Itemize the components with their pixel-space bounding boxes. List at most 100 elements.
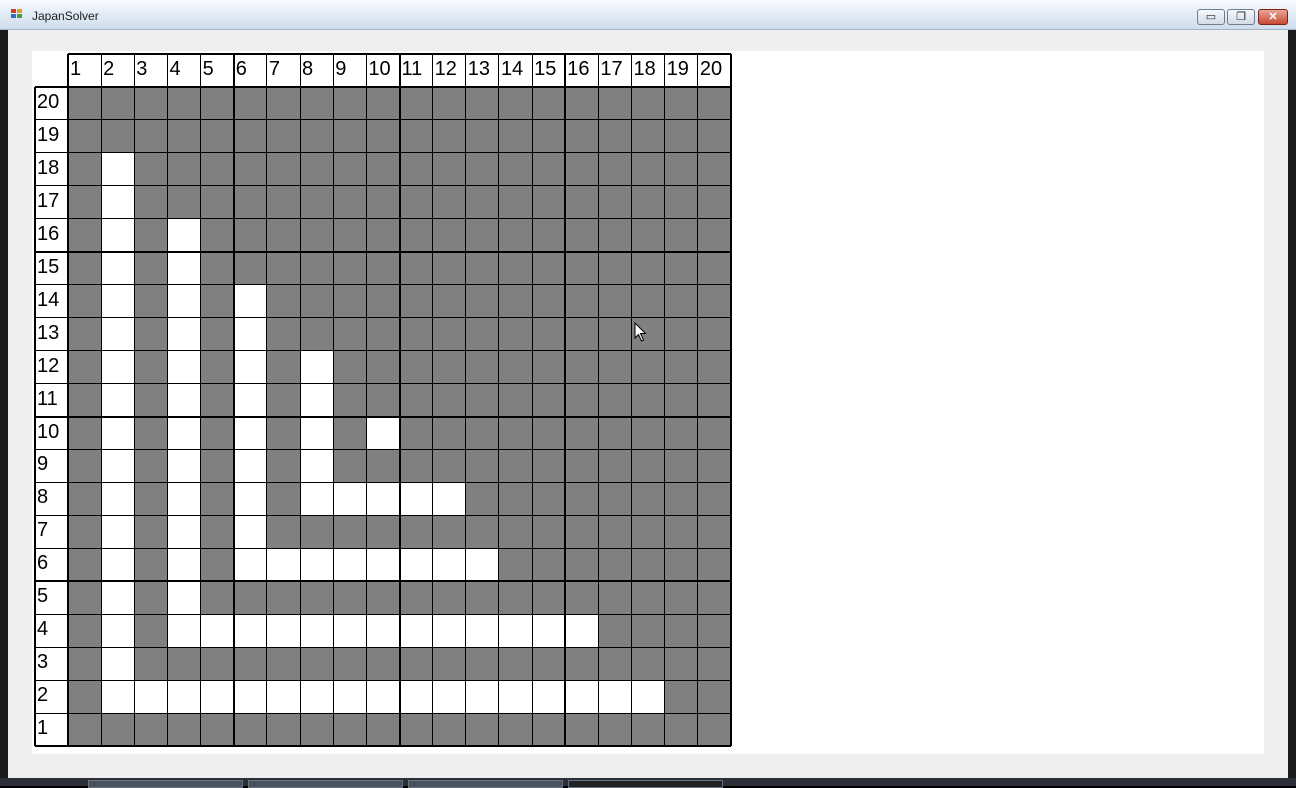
grid-cell-filled[interactable]	[598, 350, 632, 384]
grid-cell-filled[interactable]	[300, 647, 334, 681]
grid-cell-blank[interactable]	[465, 614, 499, 648]
grid-cell-filled[interactable]	[697, 152, 731, 186]
grid-cell-blank[interactable]	[167, 383, 201, 417]
grid-cell-filled[interactable]	[465, 581, 499, 615]
title-bar[interactable]: JapanSolver ▭ ❐ ✕	[0, 0, 1296, 30]
grid-cell-filled[interactable]	[565, 515, 599, 549]
grid-cell-blank[interactable]	[167, 416, 201, 450]
grid-cell-filled[interactable]	[333, 350, 367, 384]
grid-cell-filled[interactable]	[399, 185, 433, 219]
grid-cell-blank[interactable]	[200, 680, 234, 714]
grid-cell-blank[interactable]	[101, 515, 135, 549]
grid-cell-filled[interactable]	[266, 581, 301, 615]
grid-cell-filled[interactable]	[333, 218, 367, 252]
grid-cell-filled[interactable]	[399, 119, 433, 153]
grid-cell-filled[interactable]	[200, 647, 234, 681]
grid-cell-filled[interactable]	[565, 152, 599, 186]
grid-cell-blank[interactable]	[366, 680, 400, 714]
grid-cell-filled[interactable]	[200, 185, 234, 219]
grid-cell-filled[interactable]	[598, 449, 632, 483]
grid-cell-filled[interactable]	[200, 218, 234, 252]
grid-cell-filled[interactable]	[200, 251, 234, 285]
grid-cell-filled[interactable]	[498, 251, 533, 285]
grid-cell-filled[interactable]	[465, 383, 499, 417]
grid-cell-filled[interactable]	[300, 218, 334, 252]
grid-cell-filled[interactable]	[631, 284, 665, 318]
grid-cell-blank[interactable]	[167, 251, 201, 285]
grid-cell-filled[interactable]	[266, 284, 301, 318]
grid-cell-filled[interactable]	[366, 251, 400, 285]
grid-cell-blank[interactable]	[532, 680, 566, 714]
grid-cell-filled[interactable]	[101, 119, 135, 153]
grid-cell-filled[interactable]	[598, 251, 632, 285]
grid-cell-blank[interactable]	[565, 614, 599, 648]
grid-cell-filled[interactable]	[233, 647, 267, 681]
grid-cell-filled[interactable]	[598, 119, 632, 153]
grid-cell-blank[interactable]	[233, 482, 267, 516]
grid-cell-filled[interactable]	[465, 482, 499, 516]
grid-cell-filled[interactable]	[333, 251, 367, 285]
grid-cell-filled[interactable]	[399, 416, 433, 450]
grid-cell-filled[interactable]	[532, 548, 566, 582]
grid-cell-blank[interactable]	[399, 548, 433, 582]
grid-cell-blank[interactable]	[101, 449, 135, 483]
grid-cell-filled[interactable]	[697, 548, 731, 582]
grid-cell-filled[interactable]	[697, 218, 731, 252]
grid-cell-blank[interactable]	[200, 614, 234, 648]
grid-cell-filled[interactable]	[697, 680, 731, 714]
grid-cell-filled[interactable]	[366, 713, 400, 746]
grid-cell-filled[interactable]	[697, 482, 731, 516]
grid-cell-filled[interactable]	[532, 647, 566, 681]
grid-cell-filled[interactable]	[565, 87, 599, 120]
grid-cell-blank[interactable]	[532, 614, 566, 648]
grid-cell-filled[interactable]	[266, 218, 301, 252]
grid-cell-filled[interactable]	[399, 87, 433, 120]
grid-cell-filled[interactable]	[366, 218, 400, 252]
grid-cell-filled[interactable]	[266, 449, 301, 483]
grid-cell-filled[interactable]	[565, 647, 599, 681]
grid-cell-blank[interactable]	[333, 548, 367, 582]
grid-cell-filled[interactable]	[598, 284, 632, 318]
grid-cell-filled[interactable]	[366, 515, 400, 549]
grid-cell-filled[interactable]	[631, 383, 665, 417]
grid-cell-blank[interactable]	[167, 284, 201, 318]
grid-cell-filled[interactable]	[366, 284, 400, 318]
grid-cell-filled[interactable]	[300, 713, 334, 746]
grid-cell-filled[interactable]	[134, 614, 168, 648]
grid-cell-filled[interactable]	[432, 383, 466, 417]
grid-cell-blank[interactable]	[399, 680, 433, 714]
grid-cell-filled[interactable]	[432, 119, 466, 153]
grid-cell-filled[interactable]	[697, 713, 731, 746]
taskbar-item[interactable]	[88, 780, 243, 788]
grid-cell-filled[interactable]	[697, 449, 731, 483]
grid-cell-blank[interactable]	[266, 680, 301, 714]
grid-cell-filled[interactable]	[432, 251, 466, 285]
grid-cell-blank[interactable]	[300, 680, 334, 714]
grid-cell-filled[interactable]	[300, 317, 334, 351]
grid-cell-filled[interactable]	[598, 713, 632, 746]
grid-cell-filled[interactable]	[399, 383, 433, 417]
grid-cell-blank[interactable]	[101, 647, 135, 681]
grid-cell-filled[interactable]	[565, 185, 599, 219]
grid-cell-filled[interactable]	[498, 647, 533, 681]
grid-cell-blank[interactable]	[233, 680, 267, 714]
grid-cell-filled[interactable]	[532, 251, 566, 285]
grid-cell-filled[interactable]	[167, 713, 201, 746]
grid-cell-filled[interactable]	[68, 449, 102, 483]
grid-cell-filled[interactable]	[399, 581, 433, 615]
grid-cell-blank[interactable]	[101, 185, 135, 219]
grid-cell-filled[interactable]	[366, 317, 400, 351]
grid-cell-filled[interactable]	[366, 350, 400, 384]
grid-cell-blank[interactable]	[233, 317, 267, 351]
grid-cell-filled[interactable]	[498, 581, 533, 615]
grid-cell-filled[interactable]	[532, 383, 566, 417]
grid-cell-filled[interactable]	[532, 87, 566, 120]
grid-cell-filled[interactable]	[598, 515, 632, 549]
grid-cell-filled[interactable]	[134, 416, 168, 450]
grid-cell-filled[interactable]	[266, 251, 301, 285]
grid-cell-filled[interactable]	[697, 251, 731, 285]
grid-cell-filled[interactable]	[664, 383, 698, 417]
grid-cell-filled[interactable]	[333, 284, 367, 318]
grid-cell-filled[interactable]	[366, 185, 400, 219]
grid-cell-filled[interactable]	[631, 581, 665, 615]
